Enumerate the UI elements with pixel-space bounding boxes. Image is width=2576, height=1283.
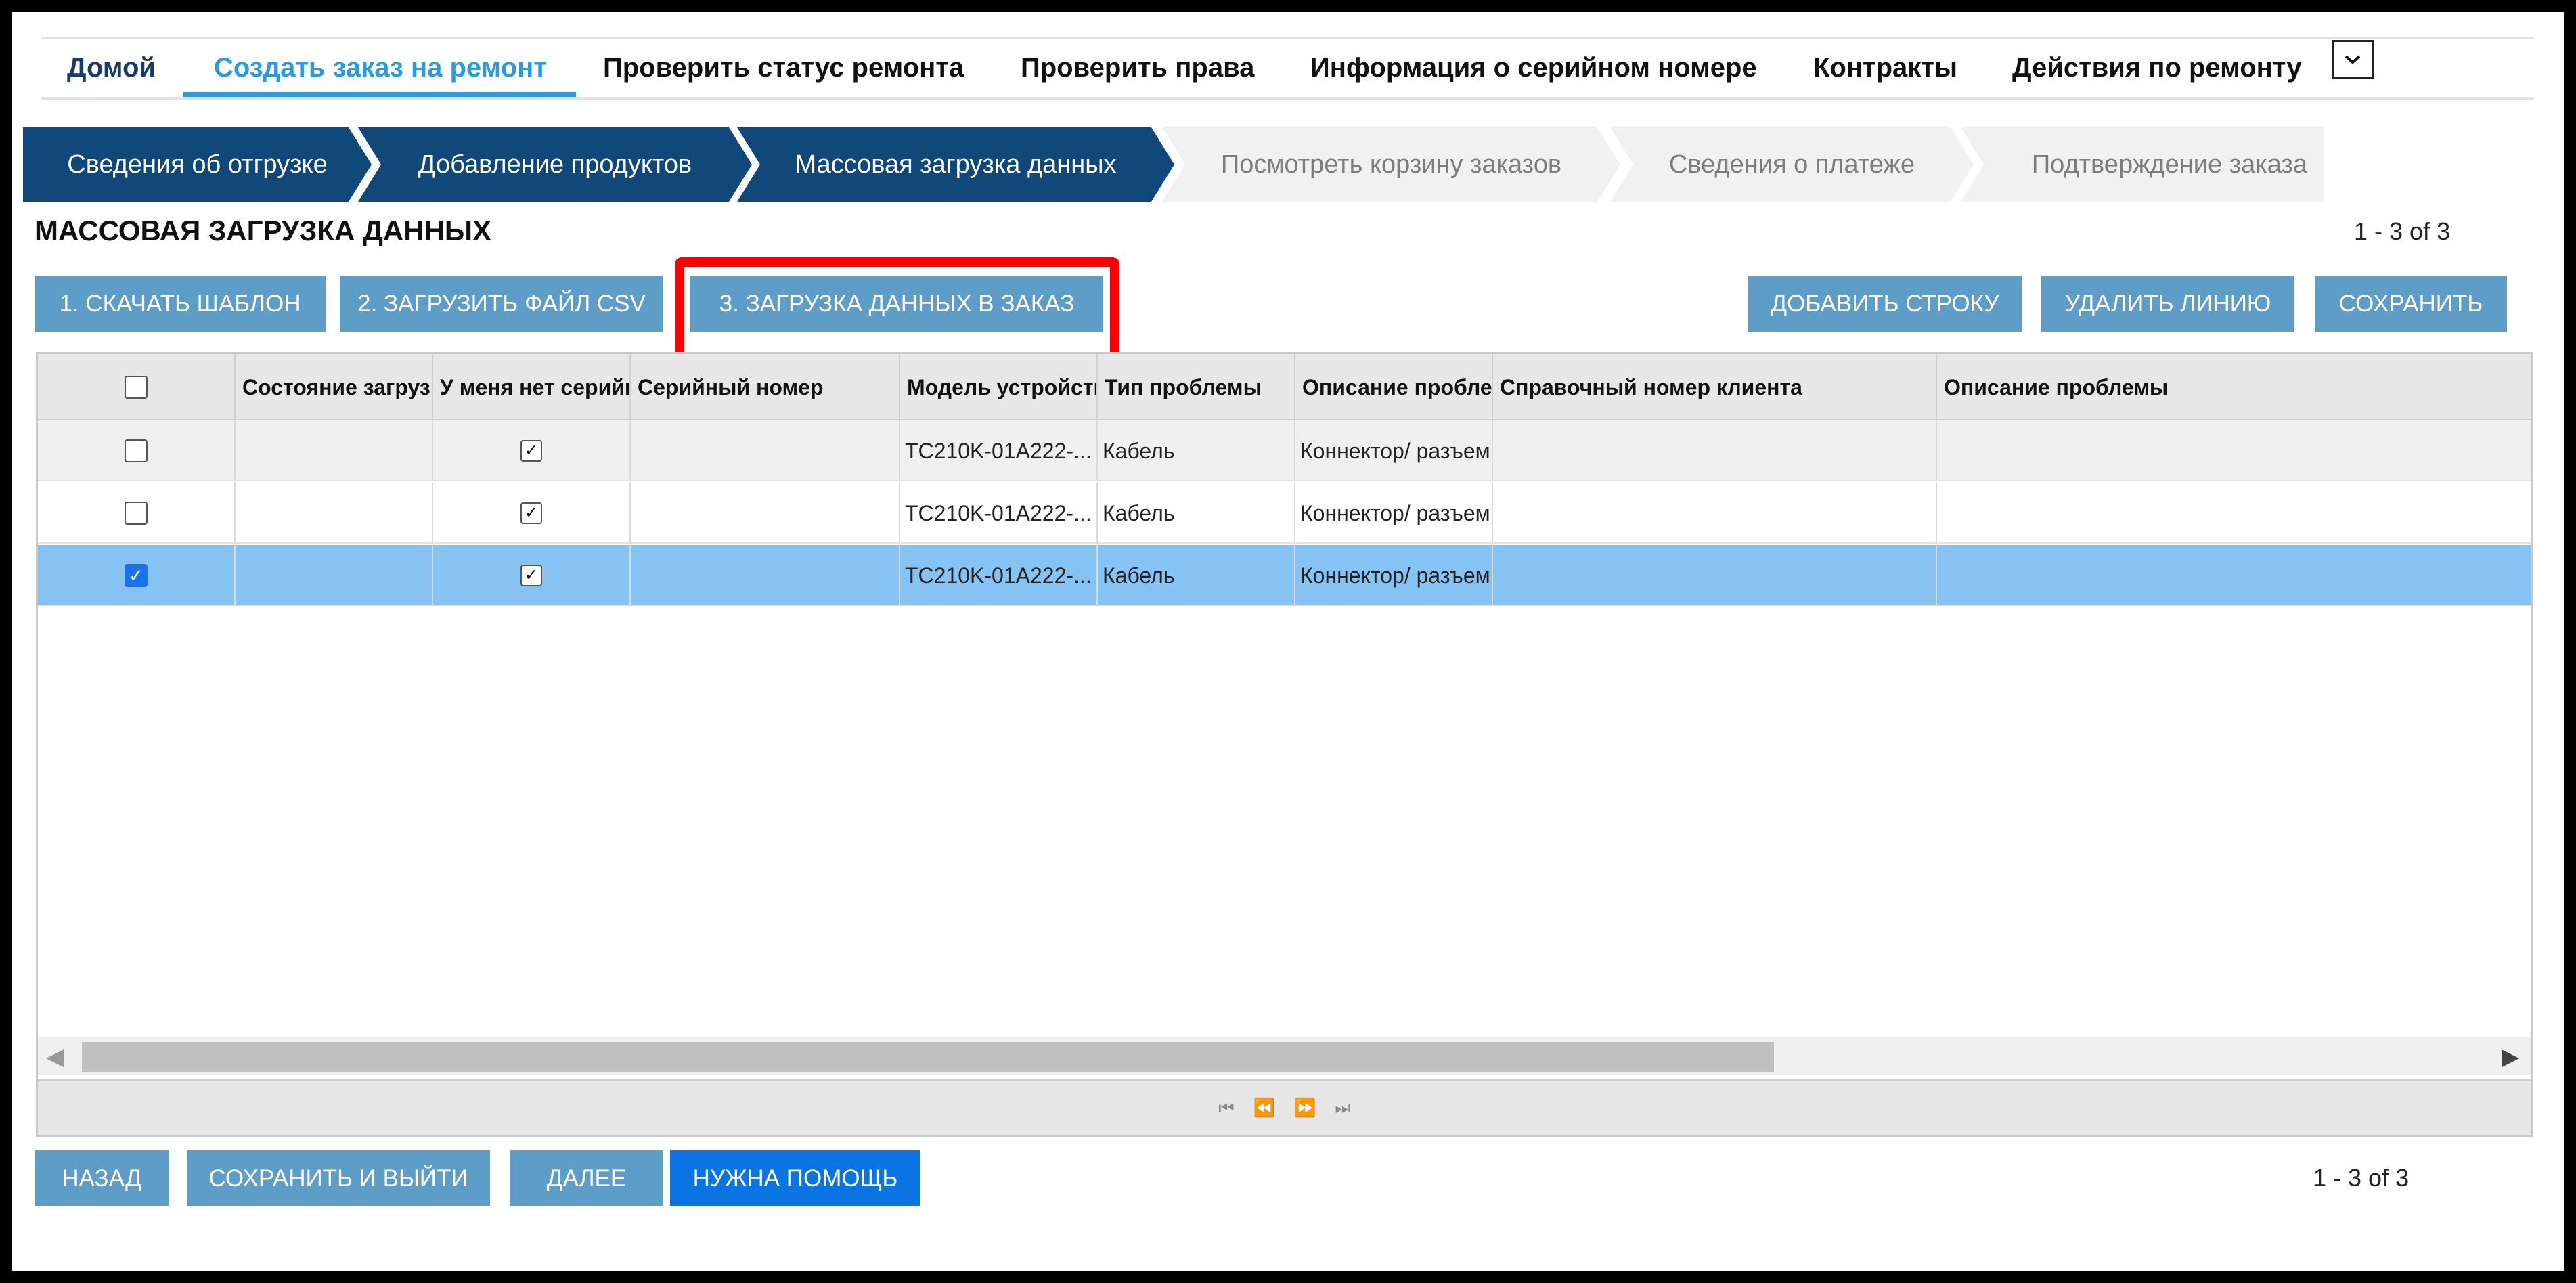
add-row-button[interactable]: ДОБАВИТЬ СТРОКУ bbox=[1748, 276, 2022, 332]
nav-more-button[interactable] bbox=[2332, 40, 2374, 79]
cell-device-model[interactable]: TC210K-01A222-... bbox=[900, 420, 1098, 481]
next-page-icon[interactable]: ⏩ bbox=[1294, 1097, 1316, 1118]
step-label: Сведения об отгрузке bbox=[67, 150, 328, 179]
cell-description[interactable] bbox=[1937, 420, 2531, 481]
highlight-box bbox=[675, 257, 1119, 363]
cell-problem-type[interactable]: Кабель bbox=[1098, 420, 1295, 481]
step-label: Сведения о платеже bbox=[1668, 150, 1915, 179]
table-row[interactable]: ✓ TC210K-01A222-... Кабель Коннектор/ ра… bbox=[38, 420, 2531, 481]
horizontal-scrollbar-thumb[interactable] bbox=[82, 1042, 1774, 1072]
cell-customer-reference[interactable] bbox=[1493, 545, 1937, 606]
cell-problem-type[interactable]: Кабель bbox=[1098, 545, 1295, 606]
row-checkbox[interactable]: ✓ bbox=[125, 564, 148, 587]
header-no-serial[interactable]: У меня нет серийного номера bbox=[433, 354, 631, 420]
cell-no-serial: ✓ bbox=[433, 545, 631, 606]
pagination-summary-top: 1 - 3 of 3 bbox=[2354, 217, 2451, 245]
nav-active-indicator bbox=[183, 92, 576, 97]
cell-description[interactable] bbox=[1937, 545, 2531, 606]
cell-problem-type[interactable]: Кабель bbox=[1098, 483, 1295, 544]
scroll-right-icon[interactable]: ▶ bbox=[2502, 1043, 2519, 1070]
pagination-summary-bottom: 1 - 3 of 3 bbox=[2313, 1164, 2410, 1192]
step-label: Подтверждение заказа bbox=[2031, 150, 2307, 179]
table-row[interactable]: ✓ TC210K-01A222-... Кабель Коннектор/ ра… bbox=[38, 483, 2531, 544]
upload-csv-button[interactable]: 2. ЗАГРУЗИТЬ ФАЙЛ CSV bbox=[340, 276, 663, 332]
cell-upload-status bbox=[236, 483, 433, 544]
header-customer-reference[interactable]: Справочный номер клиента bbox=[1493, 354, 1937, 420]
step-view-cart: Посмотреть корзину заказов bbox=[1162, 127, 1620, 202]
header-problem-description[interactable]: Описание проблемы bbox=[1295, 354, 1493, 420]
back-button[interactable]: НАЗАД bbox=[35, 1150, 169, 1206]
nav-check-entitlement[interactable]: Проверить права bbox=[1021, 39, 1254, 97]
no-serial-checkbox[interactable]: ✓ bbox=[520, 502, 542, 524]
row-checkbox[interactable] bbox=[125, 439, 148, 462]
step-order-confirmation: Подтверждение заказа bbox=[1961, 127, 2324, 202]
no-serial-checkbox[interactable]: ✓ bbox=[520, 440, 542, 462]
cell-device-model[interactable]: TC210K-01A222-... bbox=[900, 483, 1098, 544]
scroll-left-icon[interactable]: ◀ bbox=[46, 1043, 64, 1070]
step-bulk-upload[interactable]: Массовая загрузка данных bbox=[737, 127, 1174, 202]
nav-home[interactable]: Домой bbox=[67, 39, 156, 97]
cell-device-model[interactable]: TC210K-01A222-... bbox=[900, 545, 1098, 606]
step-add-products[interactable]: Добавление продуктов bbox=[358, 127, 752, 202]
nav-check-repair-status[interactable]: Проверить статус ремонта bbox=[603, 39, 964, 97]
cell-serial-number[interactable] bbox=[631, 483, 900, 544]
grid-pager: ⏮ ⏪ ⏩ ⏭ bbox=[38, 1079, 2531, 1135]
nav-repair-actions[interactable]: Действия по ремонту bbox=[2012, 39, 2302, 97]
nav-bottom-rule bbox=[41, 97, 2534, 100]
app-window: Домой Создать заказ на ремонт Проверить … bbox=[12, 12, 2564, 1271]
step-shipping-info[interactable]: Сведения об отгрузке bbox=[23, 127, 372, 202]
save-button[interactable]: СОХРАНИТЬ bbox=[2315, 276, 2507, 332]
next-button[interactable]: ДАЛЕЕ bbox=[510, 1150, 663, 1206]
cell-description[interactable] bbox=[1937, 483, 2531, 544]
cell-serial-number[interactable] bbox=[631, 545, 900, 606]
row-select-cell: ✓ bbox=[38, 545, 236, 606]
table-row-selected[interactable]: ✓ ✓ TC210K-01A222-... Кабель Коннектор/ … bbox=[38, 545, 2531, 606]
step-label: Посмотреть корзину заказов bbox=[1220, 150, 1562, 179]
row-checkbox[interactable] bbox=[125, 502, 148, 525]
nav-contracts[interactable]: Контракты bbox=[1813, 39, 1957, 97]
save-and-exit-button[interactable]: СОХРАНИТЬ И ВЫЙТИ bbox=[187, 1150, 490, 1206]
cell-problem-description[interactable]: Коннектор/ разъем bbox=[1295, 545, 1493, 606]
header-description[interactable]: Описание проблемы bbox=[1937, 354, 2531, 420]
previous-page-icon[interactable]: ⏪ bbox=[1253, 1097, 1275, 1118]
delete-line-button[interactable]: УДАЛИТЬ ЛИНИЮ bbox=[2041, 276, 2294, 332]
download-template-button[interactable]: 1. СКАЧАТЬ ШАБЛОН bbox=[35, 276, 326, 332]
step-label: Массовая загрузка данных bbox=[795, 150, 1117, 179]
header-serial-number[interactable]: Серийный номер bbox=[631, 354, 900, 420]
step-label: Добавление продуктов bbox=[418, 150, 692, 179]
header-problem-type[interactable]: Тип проблемы bbox=[1098, 354, 1295, 420]
header-upload-status[interactable]: Состояние загрузки bbox=[236, 354, 433, 420]
bulk-upload-grid: Состояние загрузки У меня нет серийного … bbox=[36, 352, 2533, 1137]
cell-serial-number[interactable] bbox=[631, 420, 900, 481]
nav-serial-info[interactable]: Информация о серийном номере bbox=[1310, 39, 1757, 97]
row-select-cell bbox=[38, 420, 236, 481]
header-select-all-cell bbox=[38, 354, 236, 420]
last-page-icon[interactable]: ⏭ bbox=[1335, 1097, 1350, 1119]
cell-upload-status bbox=[236, 420, 433, 481]
step-payment-info: Сведения о платеже bbox=[1610, 127, 1974, 202]
need-help-button[interactable]: НУЖНА ПОМОЩЬ bbox=[670, 1150, 920, 1206]
chevron-down-icon bbox=[2345, 55, 2361, 64]
select-all-checkbox[interactable] bbox=[125, 376, 148, 399]
cell-problem-description[interactable]: Коннектор/ разъем bbox=[1295, 483, 1493, 544]
page-title: МАССОВАЯ ЗАГРУЗКА ДАННЫХ bbox=[35, 215, 492, 246]
nav-create-repair-order[interactable]: Создать заказ на ремонт bbox=[214, 39, 547, 97]
header-device-model[interactable]: Модель устройства bbox=[900, 354, 1098, 420]
cell-no-serial: ✓ bbox=[433, 420, 631, 481]
cell-customer-reference[interactable] bbox=[1493, 420, 1937, 481]
row-select-cell bbox=[38, 483, 236, 544]
grid-header: Состояние загрузки У меня нет серийного … bbox=[38, 354, 2531, 420]
cell-no-serial: ✓ bbox=[433, 483, 631, 544]
cell-customer-reference[interactable] bbox=[1493, 483, 1937, 544]
no-serial-checkbox[interactable]: ✓ bbox=[520, 565, 542, 586]
cell-upload-status bbox=[236, 545, 433, 606]
cell-problem-description[interactable]: Коннектор/ разъем bbox=[1295, 420, 1493, 481]
first-page-icon[interactable]: ⏮ bbox=[1218, 1097, 1234, 1119]
